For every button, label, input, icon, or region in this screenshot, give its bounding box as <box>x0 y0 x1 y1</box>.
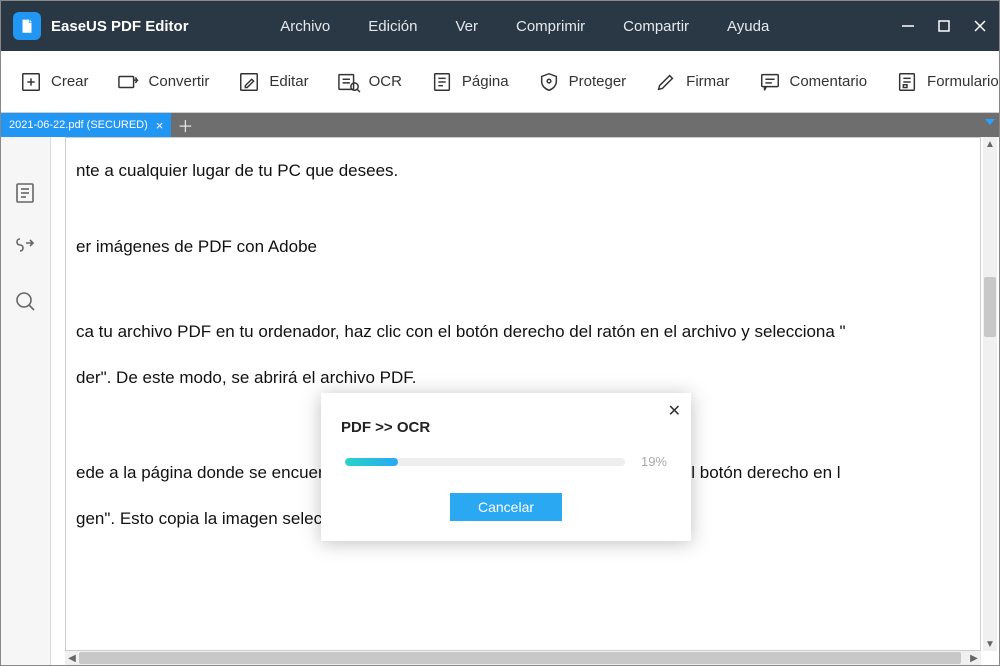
close-dialog-icon[interactable]: ✕ <box>668 401 681 421</box>
close-window-button[interactable] <box>973 19 987 33</box>
tool-label: Formulario <box>927 73 999 90</box>
search-panel-icon[interactable] <box>13 289 39 315</box>
tool-pagina[interactable]: Página <box>430 70 509 94</box>
horizontal-scrollbar[interactable]: ◀ ▶ <box>65 651 981 665</box>
tool-editar[interactable]: Editar <box>237 70 308 94</box>
document-tab[interactable]: 2021-06-22.pdf (SECURED) × <box>1 113 171 137</box>
vertical-scroll-thumb[interactable] <box>984 277 996 337</box>
scroll-down-icon[interactable]: ▼ <box>983 637 997 651</box>
dialog-title: PDF >> OCR <box>321 393 691 454</box>
content-area: nte a cualquier lugar de tu PC que desee… <box>1 137 999 665</box>
close-tab-icon[interactable]: × <box>156 118 164 133</box>
progress-row: 19% <box>321 454 691 493</box>
doc-line: ca tu archivo PDF en tu ordenador, haz c… <box>76 319 970 345</box>
horizontal-scroll-thumb[interactable] <box>79 652 961 664</box>
form-icon <box>895 70 919 94</box>
toolbar: Crear Convertir Editar OCR Página Proteg… <box>1 51 999 113</box>
tab-bar: 2021-06-22.pdf (SECURED) × ＋ <box>1 113 999 137</box>
scroll-up-icon[interactable]: ▲ <box>983 137 997 151</box>
tool-label: Convertir <box>149 73 210 90</box>
progress-bar <box>345 458 625 466</box>
minimize-button[interactable] <box>901 19 915 33</box>
shield-icon <box>537 70 561 94</box>
side-panel <box>1 137 51 665</box>
menu-comprimir[interactable]: Comprimir <box>516 18 585 35</box>
bookmarks-panel-icon[interactable] <box>13 235 39 261</box>
tool-label: Crear <box>51 73 89 90</box>
doc-line: der". De este modo, se abrirá el archivo… <box>76 365 970 391</box>
maximize-button[interactable] <box>937 19 951 33</box>
progress-percent: 19% <box>641 454 667 469</box>
tool-label: Página <box>462 73 509 90</box>
sign-icon <box>654 70 678 94</box>
tool-label: Editar <box>269 73 308 90</box>
tool-label: Firmar <box>686 73 729 90</box>
tool-label: Comentario <box>790 73 868 90</box>
tool-proteger[interactable]: Proteger <box>537 70 627 94</box>
tool-formulario[interactable]: Formulario <box>895 70 999 94</box>
new-tab-button[interactable]: ＋ <box>171 113 199 137</box>
vertical-scrollbar[interactable]: ▲ ▼ <box>983 137 997 651</box>
edit-icon <box>237 70 261 94</box>
tool-ocr[interactable]: OCR <box>337 70 402 94</box>
thumbnails-panel-icon[interactable] <box>13 181 39 207</box>
main-menu: Archivo Edición Ver Comprimir Compartir … <box>149 18 901 35</box>
title-bar: EaseUS PDF Editor Archivo Edición Ver Co… <box>1 1 999 51</box>
comment-icon <box>758 70 782 94</box>
ocr-icon <box>337 70 361 94</box>
window-controls <box>901 19 987 33</box>
tool-convertir[interactable]: Convertir <box>117 70 210 94</box>
ocr-progress-dialog: ✕ PDF >> OCR 19% Cancelar <box>321 393 691 541</box>
menu-archivo[interactable]: Archivo <box>280 18 330 35</box>
menu-ver[interactable]: Ver <box>455 18 478 35</box>
doc-line: er imágenes de PDF con Adobe <box>76 234 970 260</box>
tab-menu-dropdown-icon[interactable] <box>985 119 995 125</box>
cancel-button[interactable]: Cancelar <box>450 493 562 521</box>
menu-edicion[interactable]: Edición <box>368 18 417 35</box>
plus-square-icon <box>19 70 43 94</box>
scroll-left-icon[interactable]: ◀ <box>65 651 79 665</box>
doc-line: nte a cualquier lugar de tu PC que desee… <box>76 158 970 184</box>
tool-comentario[interactable]: Comentario <box>758 70 868 94</box>
app-window: EaseUS PDF Editor Archivo Edición Ver Co… <box>0 0 1000 666</box>
scroll-right-icon[interactable]: ▶ <box>967 651 981 665</box>
tool-label: OCR <box>369 73 402 90</box>
page-icon <box>430 70 454 94</box>
tab-label: 2021-06-22.pdf (SECURED) <box>9 119 148 131</box>
tool-firmar[interactable]: Firmar <box>654 70 729 94</box>
menu-compartir[interactable]: Compartir <box>623 18 689 35</box>
progress-bar-fill <box>345 458 398 466</box>
menu-ayuda[interactable]: Ayuda <box>727 18 769 35</box>
convert-icon <box>117 70 141 94</box>
tool-crear[interactable]: Crear <box>19 70 89 94</box>
app-logo-icon <box>13 12 41 40</box>
tool-label: Proteger <box>569 73 627 90</box>
